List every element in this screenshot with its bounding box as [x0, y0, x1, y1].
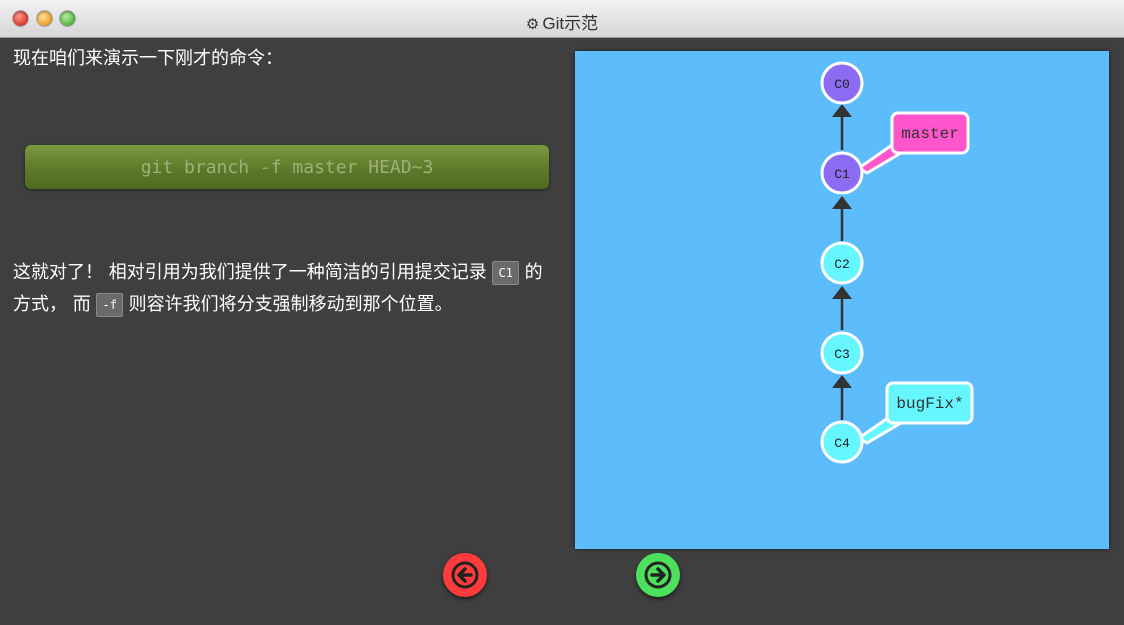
- gear-icon: ⚙: [525, 16, 540, 33]
- explain-text-1: 这就对了！ 相对引用为我们提供了一种简洁的引用提交记录: [13, 262, 487, 283]
- branch-bugfix-label: bugFix*: [896, 395, 963, 413]
- window-titlebar: ⚙ Git示范: [0, 0, 1124, 38]
- commit-c0-label: C0: [834, 77, 850, 92]
- window-title-text: Git示范: [542, 14, 599, 33]
- commit-c2[interactable]: C2: [820, 241, 864, 285]
- commit-c0[interactable]: C0: [820, 61, 864, 105]
- commit-c3-label: C3: [834, 347, 850, 362]
- commit-c4-label: C4: [834, 436, 850, 451]
- command-text: git branch -f master HEAD~3: [140, 156, 434, 178]
- arrow-c2-c1: [832, 196, 852, 209]
- code-force-flag: -f: [96, 293, 123, 317]
- commit-c4[interactable]: C4: [820, 420, 864, 464]
- arrow-left-icon: [451, 561, 479, 589]
- branch-master[interactable]: master: [857, 111, 970, 175]
- git-graph-svg: master bugFix* C0 C1 C2 C3 C4: [820, 61, 974, 464]
- arrow-right-icon: [644, 561, 672, 589]
- commit-c3[interactable]: C3: [820, 331, 864, 375]
- branch-master-label: master: [901, 125, 959, 143]
- window-title: ⚙ Git示范: [0, 9, 1124, 34]
- arrow-c3-c2: [832, 286, 852, 299]
- forward-button[interactable]: [636, 553, 680, 597]
- lesson-intro-text: 现在咱们来演示一下刚才的命令：: [13, 48, 283, 69]
- git-graph-canvas: master bugFix* C0 C1 C2 C3 C4: [575, 51, 1109, 549]
- command-box[interactable]: git branch -f master HEAD~3: [25, 145, 549, 189]
- commit-c1[interactable]: C1: [820, 151, 864, 195]
- branch-bugfix[interactable]: bugFix*: [857, 381, 974, 445]
- arrow-c1-c0: [832, 104, 852, 117]
- code-c1: C1: [492, 261, 519, 285]
- lesson-explanation: 这就对了！ 相对引用为我们提供了一种简洁的引用提交记录 C1 的方式， 而 -f…: [13, 257, 548, 321]
- back-button[interactable]: [443, 553, 487, 597]
- commit-c2-label: C2: [834, 257, 850, 272]
- arrow-c4-c3: [832, 375, 852, 388]
- commit-c1-label: C1: [834, 167, 850, 182]
- explain-text-3: 则容许我们将分支强制移动到那个位置。: [128, 294, 453, 315]
